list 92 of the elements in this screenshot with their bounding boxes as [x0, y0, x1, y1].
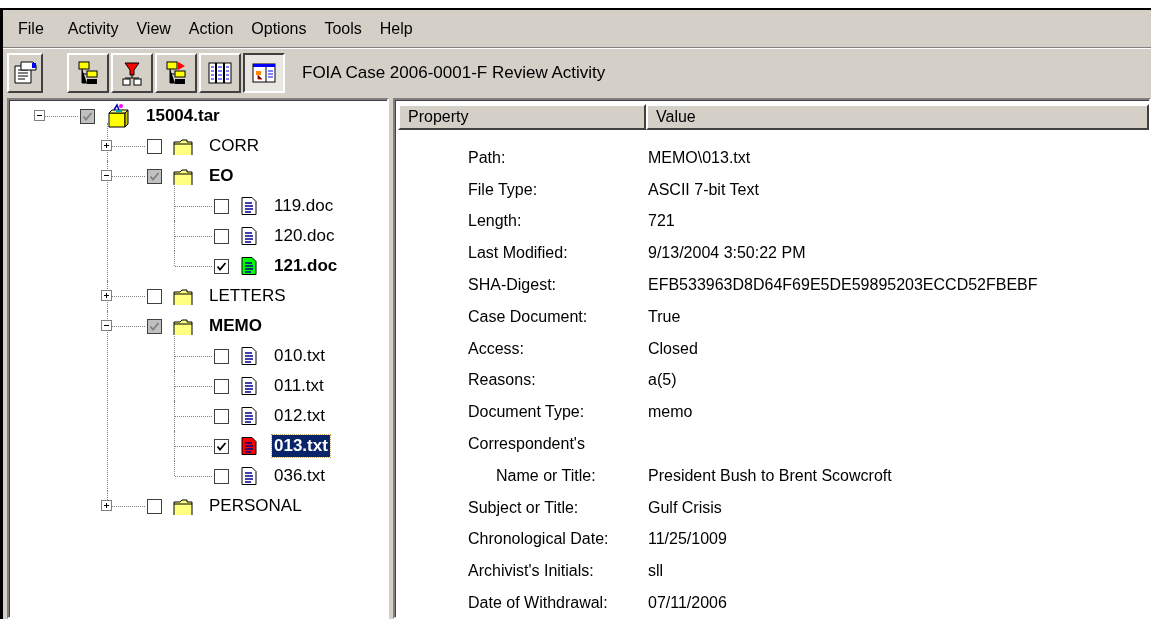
property-value: Closed: [648, 339, 698, 358]
checkbox[interactable]: [214, 348, 229, 364]
property-value: 07/11/2006: [648, 594, 727, 613]
folder-icon: [173, 317, 193, 335]
collapse-icon[interactable]: [101, 320, 112, 331]
property-label: Reasons:: [467, 371, 537, 390]
tree-item[interactable]: CORR: [207, 135, 262, 157]
menu-item[interactable]: Help: [370, 19, 422, 38]
menu-item[interactable]: File: [13, 19, 53, 38]
checkbox[interactable]: [147, 288, 162, 304]
property-label: Correspondent's: [467, 435, 586, 454]
property-label: Subject or Title:: [467, 498, 580, 517]
tree-icon: [163, 60, 189, 86]
property-value: True: [648, 307, 681, 326]
document-icon: [240, 467, 258, 485]
property-value: 721: [648, 212, 675, 231]
tree-item[interactable]: 15004.tar: [144, 105, 222, 127]
checkbox[interactable]: [80, 108, 95, 124]
property-label: Access:: [467, 339, 525, 358]
property-label: File Type:: [467, 180, 539, 199]
property-label: Path:: [467, 148, 507, 167]
property-label: Case Document:: [467, 307, 589, 326]
tree-item[interactable]: 121.doc: [272, 255, 340, 277]
menu-item[interactable]: Options: [242, 19, 316, 38]
document-icon: [240, 227, 258, 245]
property-value: sll: [648, 562, 664, 581]
columns-icon: [207, 60, 233, 86]
expand-icon[interactable]: [101, 290, 112, 301]
checkbox[interactable]: [214, 378, 229, 394]
document-icon: [240, 347, 258, 365]
column-header[interactable]: Value: [646, 104, 1149, 130]
document-icon: [240, 197, 258, 215]
tree-item[interactable]: 011.txt: [272, 375, 326, 397]
property-label: Length:: [467, 212, 523, 231]
property-label: Date of Withdrawal:: [467, 594, 609, 613]
checkbox[interactable]: [147, 138, 162, 154]
property-value: ASCII 7-bit Text: [648, 180, 759, 199]
folder-icon: [173, 497, 193, 515]
checkbox[interactable]: [214, 438, 229, 454]
document-icon: [12, 60, 38, 86]
expand-icon[interactable]: [101, 500, 112, 511]
column-header[interactable]: Property: [398, 104, 646, 130]
archive-icon: [106, 103, 130, 129]
collapse-icon[interactable]: [101, 170, 112, 181]
checkbox[interactable]: [147, 318, 162, 334]
menu-item[interactable]: View: [127, 19, 180, 38]
document-icon: [240, 377, 258, 395]
checkbox[interactable]: [214, 228, 229, 244]
menu-item[interactable]: Activity: [58, 19, 128, 38]
property-value: EFB533963D8D64F69E5DE59895203ECCD52FBEBF: [648, 276, 1038, 295]
tree-item[interactable]: 119.doc: [272, 195, 336, 217]
checkbox[interactable]: [214, 198, 229, 214]
menu-item[interactable]: Tools: [315, 19, 371, 38]
tree-item[interactable]: LETTERS: [207, 285, 288, 307]
window-title: FOIA Case 2006-0001-F Review Activity: [302, 63, 606, 83]
checkbox[interactable]: [147, 168, 162, 184]
folder-icon: [173, 167, 193, 185]
tree-item[interactable]: 120.doc: [272, 225, 337, 247]
checkbox[interactable]: [214, 408, 229, 424]
property-label: Chronological Date:: [467, 530, 610, 549]
property-value: a(5): [648, 371, 677, 390]
funnel-icon: [119, 60, 145, 86]
collapse-icon[interactable]: [34, 110, 45, 121]
property-value: President Bush to Brent Scowcroft: [648, 466, 892, 485]
expand-icon[interactable]: [101, 140, 112, 151]
property-value: MEMO\013.txt: [648, 148, 751, 167]
tree-item[interactable]: PERSONAL: [207, 495, 304, 517]
tree-item[interactable]: 010.txt: [272, 345, 328, 367]
tree-item[interactable]: 036.txt: [272, 465, 328, 487]
menu-item[interactable]: Action: [179, 19, 243, 38]
checkbox[interactable]: [214, 258, 229, 274]
property-value: memo: [648, 403, 693, 422]
property-label: Last Modified:: [467, 244, 569, 263]
property-label: Name or Title:: [495, 466, 597, 485]
property-label: Archivist's Initials:: [467, 562, 595, 581]
tree-item[interactable]: 012.txt: [272, 405, 328, 427]
toolbar-button[interactable]: [243, 53, 285, 93]
panel-icon: [251, 60, 277, 86]
property-value: 9/13/2004 3:50:22 PM: [648, 244, 806, 263]
tree-item[interactable]: 013.txt: [272, 435, 330, 457]
document-icon: [240, 407, 258, 425]
checkbox[interactable]: [147, 498, 162, 514]
checkbox[interactable]: [214, 468, 229, 484]
tree-item[interactable]: MEMO: [207, 315, 264, 337]
property-label: Document Type:: [467, 403, 586, 422]
folder-icon: [173, 287, 193, 305]
tree-item[interactable]: EO: [207, 165, 236, 187]
folder-icon: [173, 137, 193, 155]
tree-icon: [75, 60, 101, 86]
property-value: 11/25/1009: [648, 530, 727, 549]
property-value: Gulf Crisis: [648, 498, 722, 517]
property-label: SHA-Digest:: [467, 276, 558, 295]
